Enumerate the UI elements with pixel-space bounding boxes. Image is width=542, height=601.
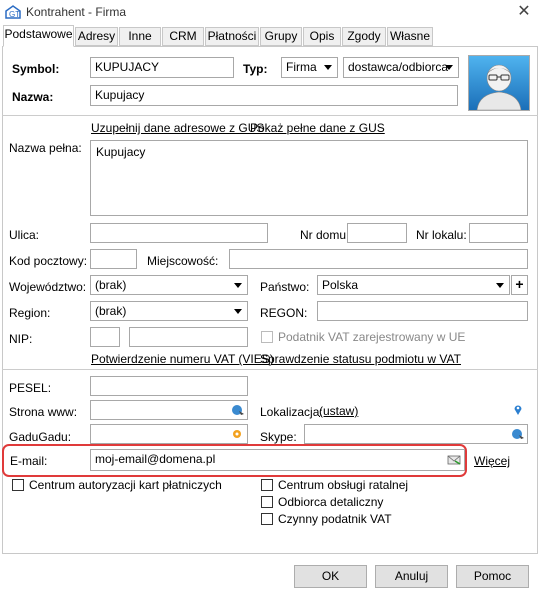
czynny-vat-label: Czynny podatnik VAT [278, 512, 392, 526]
ulica-label: Ulica: [9, 228, 40, 242]
ulica-input[interactable] [90, 223, 268, 243]
skype-input[interactable] [304, 424, 528, 444]
ok-button[interactable]: OK [294, 565, 367, 588]
vies-link[interactable]: Potwierdzenie numeru VAT (VIES) [91, 352, 274, 366]
nazwa-input[interactable]: Kupujacy [90, 85, 458, 106]
email-input[interactable]: moj-email@domena.pl [90, 449, 465, 471]
wojewodztwo-value: (brak) [95, 278, 127, 292]
region-label: Region: [9, 306, 51, 320]
typ2-select[interactable]: dostawca/odbiorca [343, 57, 459, 78]
typ-select-value: Firma [286, 60, 317, 74]
detaliczny-checkbox[interactable] [261, 496, 273, 508]
person-icon [469, 56, 529, 111]
miejscowosc-input[interactable] [229, 249, 528, 269]
gadugadu-label: GaduGadu: [9, 430, 72, 444]
tab-podstawowe[interactable]: Podstawowe [3, 25, 74, 47]
nip-prefix-input[interactable] [90, 327, 120, 347]
regon-input[interactable] [317, 301, 528, 321]
globe-icon[interactable] [231, 404, 245, 416]
send-email-icon[interactable] [447, 454, 461, 466]
kod-label: Kod pocztowy: [9, 254, 88, 268]
nip-input[interactable] [129, 327, 248, 347]
window-title: Kontrahent - Firma [26, 5, 127, 19]
ratalnej-label: Centrum obsługi ratalnej [278, 478, 409, 492]
kod-input[interactable] [90, 249, 137, 269]
map-pin-icon[interactable] [513, 404, 523, 416]
add-country-button[interactable]: + [511, 275, 528, 295]
tab-zgody[interactable]: Zgody [342, 27, 386, 46]
avatar[interactable] [468, 55, 530, 111]
panstwo-select[interactable]: Polska [317, 275, 510, 295]
nip-label: NIP: [9, 332, 33, 346]
chevron-down-icon [234, 309, 242, 314]
detaliczny-label: Odbiorca detaliczny [278, 495, 384, 509]
chevron-down-icon [445, 65, 453, 70]
typ-select[interactable]: Firma [281, 57, 338, 78]
lokalizacja-link[interactable]: (ustaw) [319, 404, 358, 418]
vat-ue-label: Podatnik VAT zarejestrowany w UE [278, 330, 466, 344]
cancel-button[interactable]: Anuluj [375, 565, 448, 588]
lokalizacja-label: Lokalizacja: [260, 405, 323, 419]
tab-opis[interactable]: Opis [303, 27, 341, 46]
email-label: E-mail: [10, 454, 48, 468]
ratalnej-checkbox[interactable] [261, 479, 273, 491]
typ2-select-value: dostawca/odbiorca [348, 60, 449, 74]
nr-lokalu-input[interactable] [469, 223, 528, 243]
divider [2, 369, 538, 370]
pesel-input[interactable] [90, 376, 248, 396]
tab-wlasne[interactable]: Własne [387, 27, 433, 46]
gadugadu-icon[interactable] [231, 428, 245, 440]
www-label: Strona www: [9, 405, 78, 419]
svg-text:GT: GT [9, 10, 20, 19]
panstwo-label: Państwo: [260, 280, 310, 294]
gadugadu-input[interactable] [90, 424, 248, 444]
tab-platnosci[interactable]: Płatności [205, 27, 259, 46]
region-value: (brak) [95, 304, 127, 318]
nazwa-pelna-textarea[interactable]: Kupujacy [90, 140, 528, 216]
skype-label: Skype: [260, 430, 297, 444]
nr-lokalu-label: Nr lokalu: [416, 228, 467, 242]
divider [2, 115, 538, 116]
karty-checkbox[interactable] [12, 479, 24, 491]
gus-fill-link[interactable]: Uzupełnij dane adresowe z GUS [91, 121, 264, 135]
tab-inne[interactable]: Inne [119, 27, 161, 46]
wiecej-link[interactable]: Więcej [474, 454, 510, 468]
wojewodztwo-select[interactable]: (brak) [90, 275, 248, 295]
tab-crm[interactable]: CRM [162, 27, 204, 46]
title-bar: GT Kontrahent - Firma ✕ [0, 0, 542, 26]
www-input[interactable] [90, 400, 248, 420]
czynny-vat-checkbox[interactable] [261, 513, 273, 525]
tab-grupy[interactable]: Grupy [260, 27, 302, 46]
skype-icon[interactable] [511, 428, 525, 440]
help-button[interactable]: Pomoc [456, 565, 529, 588]
nazwa-label: Nazwa: [12, 90, 54, 104]
gus-show-link[interactable]: Pokaż pełne dane z GUS [250, 121, 385, 135]
chevron-down-icon [324, 65, 332, 70]
close-icon[interactable]: ✕ [513, 2, 535, 22]
nr-domu-label: Nr domu: [300, 228, 350, 242]
symbol-label: Symbol: [12, 62, 60, 76]
tab-adresy[interactable]: Adresy [75, 27, 118, 46]
panstwo-value: Polska [322, 278, 359, 292]
nr-domu-input[interactable] [347, 223, 407, 243]
pesel-label: PESEL: [9, 381, 52, 395]
region-select[interactable]: (brak) [90, 301, 248, 321]
regon-label: REGON: [260, 306, 308, 320]
chevron-down-icon [234, 283, 242, 288]
chevron-down-icon [496, 283, 504, 288]
wojewodztwo-label: Województwo: [9, 280, 87, 294]
miejscowosc-label: Miejscowość: [147, 254, 219, 268]
typ-label: Typ: [243, 62, 268, 76]
vat-status-link[interactable]: Sprawdzenie statusu podmiotu w VAT [260, 352, 461, 366]
karty-label: Centrum autoryzacji kart płatniczych [29, 478, 222, 492]
app-icon: GT [5, 5, 21, 19]
nazwa-pelna-label: Nazwa pełna: [9, 141, 82, 155]
symbol-input[interactable]: KUPUJACY [90, 57, 234, 78]
vat-ue-checkbox[interactable] [261, 331, 273, 343]
